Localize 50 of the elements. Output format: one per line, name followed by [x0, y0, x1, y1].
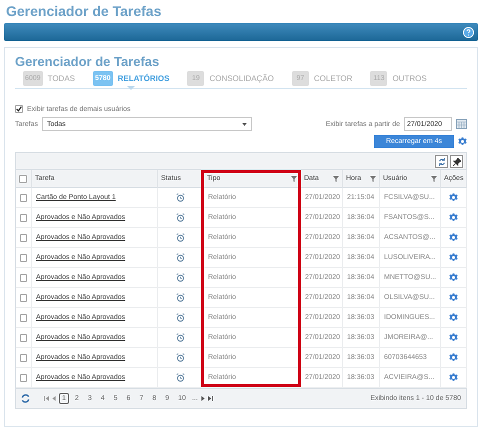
row-checkbox[interactable]: [20, 354, 27, 362]
alarm-clock-icon: [176, 313, 185, 322]
pin-button[interactable]: [450, 155, 463, 168]
help-icon[interactable]: [463, 26, 474, 38]
row-checkbox[interactable]: [20, 194, 27, 202]
alarm-clock-icon: [176, 373, 185, 382]
gear-icon[interactable]: [449, 313, 458, 322]
pin-icon: [452, 158, 460, 166]
select-all-checkbox[interactable]: [19, 174, 27, 182]
row-checkbox[interactable]: [20, 374, 27, 382]
gear-icon[interactable]: [449, 253, 458, 262]
alarm-clock-icon: [176, 253, 185, 262]
refresh-button[interactable]: [435, 155, 448, 168]
alarm-clock-icon: [176, 273, 185, 282]
gear-icon[interactable]: [449, 273, 458, 282]
gear-icon[interactable]: [458, 137, 467, 146]
filter-icon[interactable]: [370, 176, 376, 182]
filter-icon[interactable]: [333, 176, 339, 182]
previous-page-icon[interactable]: [52, 396, 56, 401]
row-checkbox[interactable]: [20, 294, 27, 302]
first-page-icon[interactable]: [44, 396, 49, 401]
filter-icon[interactable]: [431, 176, 437, 182]
alarm-clock-icon: [176, 233, 185, 242]
filter-icon[interactable]: [291, 176, 297, 182]
gear-icon[interactable]: [449, 333, 458, 342]
row-checkbox[interactable]: [20, 334, 27, 342]
gear-icon[interactable]: [449, 373, 458, 382]
row-checkbox[interactable]: [20, 214, 27, 222]
alarm-clock-icon: [176, 293, 185, 302]
alarm-clock-icon: [176, 193, 185, 202]
caret-icon: [242, 122, 247, 126]
gear-icon[interactable]: [449, 193, 458, 202]
row-checkbox[interactable]: [20, 254, 27, 262]
row-checkbox[interactable]: [20, 274, 27, 282]
next-page-icon[interactable]: [200, 396, 205, 401]
gear-icon[interactable]: [449, 213, 458, 222]
alarm-clock-icon: [176, 333, 185, 342]
refresh-icon[interactable]: [21, 394, 30, 403]
row-checkbox[interactable]: [20, 234, 27, 242]
refresh-icon: [438, 158, 446, 166]
last-page-icon[interactable]: [208, 396, 213, 401]
app-title: Gerenciador de Tarefas: [5, 2, 162, 21]
gear-icon[interactable]: [449, 233, 458, 242]
row-checkbox[interactable]: [20, 314, 27, 322]
gear-icon[interactable]: [449, 353, 458, 362]
alarm-clock-icon: [176, 213, 185, 222]
checkbox[interactable]: [15, 105, 23, 113]
gear-icon[interactable]: [449, 293, 458, 302]
panel-title: Gerenciador de Tarefas: [15, 54, 160, 69]
alarm-clock-icon: [176, 353, 185, 362]
